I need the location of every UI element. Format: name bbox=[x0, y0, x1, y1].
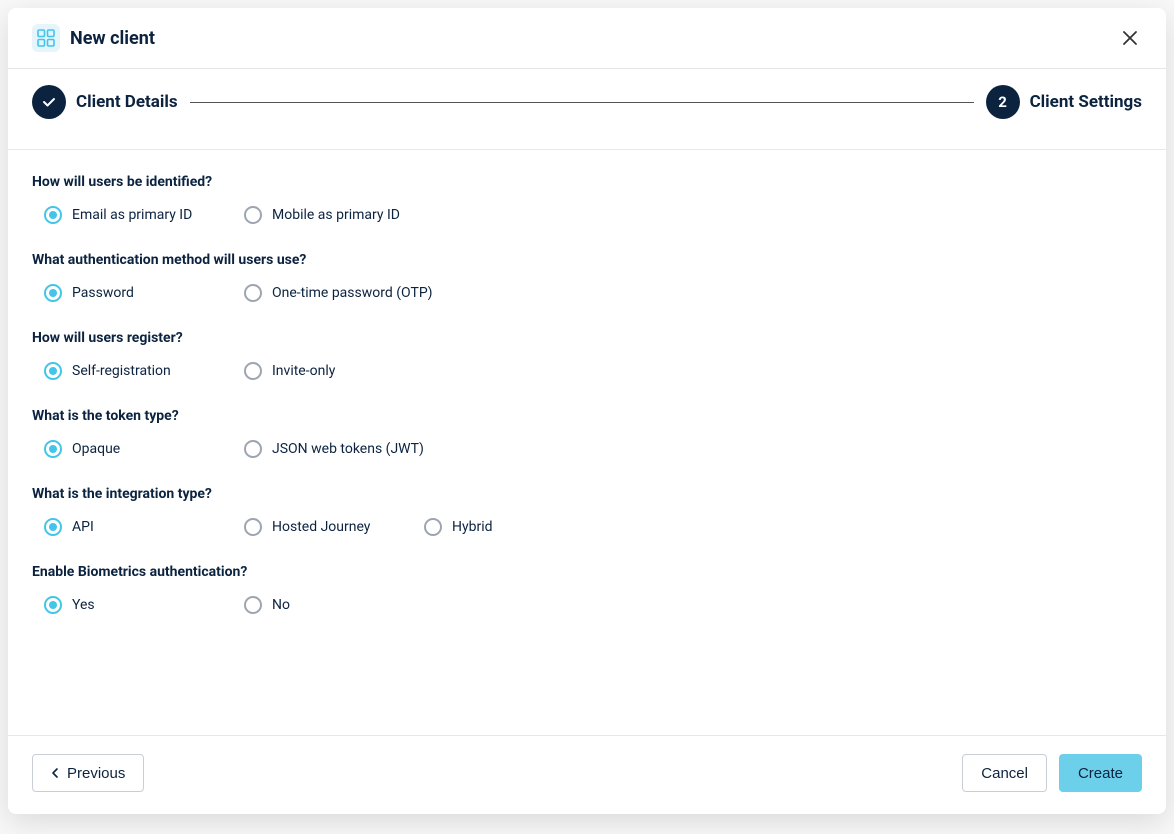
question-identify-label: How will users be identified? bbox=[32, 174, 1142, 190]
step-2-label: Client Settings bbox=[1030, 92, 1142, 112]
option-label: Password bbox=[72, 285, 134, 301]
modal-header: New client bbox=[8, 8, 1166, 69]
register-options: Self-registration Invite-only bbox=[32, 362, 1142, 380]
option-biometrics-no[interactable]: No bbox=[244, 596, 444, 614]
option-email-primary[interactable]: Email as primary ID bbox=[44, 206, 244, 224]
option-label: Mobile as primary ID bbox=[272, 207, 400, 223]
step-client-details[interactable]: Client Details bbox=[32, 85, 178, 119]
option-opaque[interactable]: Opaque bbox=[44, 440, 244, 458]
question-integration: What is the integration type? API Hosted… bbox=[32, 486, 1142, 536]
option-otp[interactable]: One-time password (OTP) bbox=[244, 284, 444, 302]
radio-icon bbox=[44, 518, 62, 536]
close-button[interactable] bbox=[1118, 26, 1142, 50]
cancel-label: Cancel bbox=[981, 765, 1028, 782]
option-password[interactable]: Password bbox=[44, 284, 244, 302]
step-1-label: Client Details bbox=[76, 92, 178, 112]
step-client-settings[interactable]: 2 Client Settings bbox=[986, 85, 1142, 119]
option-mobile-primary[interactable]: Mobile as primary ID bbox=[244, 206, 444, 224]
option-self-registration[interactable]: Self-registration bbox=[44, 362, 244, 380]
new-client-modal: New client Client Details 2 Client Setti… bbox=[8, 8, 1166, 814]
option-api[interactable]: API bbox=[44, 518, 244, 536]
radio-icon bbox=[244, 596, 262, 614]
cancel-button[interactable]: Cancel bbox=[962, 754, 1047, 792]
token-options: Opaque JSON web tokens (JWT) bbox=[32, 440, 1142, 458]
modal-footer: Previous Cancel Create bbox=[8, 735, 1166, 814]
previous-label: Previous bbox=[67, 765, 125, 782]
create-label: Create bbox=[1078, 765, 1123, 782]
radio-icon bbox=[244, 362, 262, 380]
question-biometrics: Enable Biometrics authentication? Yes No bbox=[32, 564, 1142, 614]
option-label: Yes bbox=[72, 597, 95, 613]
step-2-circle: 2 bbox=[986, 85, 1020, 119]
option-label: Self-registration bbox=[72, 363, 171, 379]
biometrics-options: Yes No bbox=[32, 596, 1142, 614]
modal-body: How will users be identified? Email as p… bbox=[8, 150, 1166, 735]
radio-icon bbox=[44, 596, 62, 614]
option-hosted-journey[interactable]: Hosted Journey bbox=[244, 518, 424, 536]
option-label: One-time password (OTP) bbox=[272, 285, 433, 301]
radio-icon bbox=[44, 206, 62, 224]
question-integration-label: What is the integration type? bbox=[32, 486, 1142, 502]
footer-right: Cancel Create bbox=[962, 754, 1142, 792]
grid-icon bbox=[32, 24, 60, 52]
auth-options: Password One-time password (OTP) bbox=[32, 284, 1142, 302]
radio-icon bbox=[424, 518, 442, 536]
radio-icon bbox=[244, 206, 262, 224]
stepper: Client Details 2 Client Settings bbox=[8, 69, 1166, 150]
question-register: How will users register? Self-registrati… bbox=[32, 330, 1142, 380]
question-biometrics-label: Enable Biometrics authentication? bbox=[32, 564, 1142, 580]
radio-icon bbox=[244, 284, 262, 302]
question-auth-label: What authentication method will users us… bbox=[32, 252, 1142, 268]
option-biometrics-yes[interactable]: Yes bbox=[44, 596, 244, 614]
option-label: Opaque bbox=[72, 441, 120, 457]
option-hybrid[interactable]: Hybrid bbox=[424, 518, 624, 536]
radio-icon bbox=[244, 518, 262, 536]
option-label: Invite-only bbox=[272, 363, 335, 379]
option-jwt[interactable]: JSON web tokens (JWT) bbox=[244, 440, 444, 458]
question-register-label: How will users register? bbox=[32, 330, 1142, 346]
step-1-circle bbox=[32, 85, 66, 119]
option-label: API bbox=[72, 519, 94, 535]
radio-icon bbox=[44, 284, 62, 302]
option-invite-only[interactable]: Invite-only bbox=[244, 362, 444, 380]
question-token: What is the token type? Opaque JSON web … bbox=[32, 408, 1142, 458]
previous-button[interactable]: Previous bbox=[32, 754, 144, 792]
create-button[interactable]: Create bbox=[1059, 754, 1142, 792]
modal-header-left: New client bbox=[32, 24, 155, 52]
integration-options: API Hosted Journey Hybrid bbox=[32, 518, 1142, 536]
question-auth: What authentication method will users us… bbox=[32, 252, 1142, 302]
chevron-left-icon bbox=[51, 767, 59, 779]
step-connector bbox=[190, 102, 974, 103]
modal-title: New client bbox=[70, 28, 155, 49]
option-label: Email as primary ID bbox=[72, 207, 192, 223]
check-icon bbox=[41, 94, 57, 110]
option-label: No bbox=[272, 597, 290, 613]
question-identify: How will users be identified? Email as p… bbox=[32, 174, 1142, 224]
radio-icon bbox=[44, 440, 62, 458]
option-label: JSON web tokens (JWT) bbox=[272, 441, 424, 457]
option-label: Hosted Journey bbox=[272, 519, 370, 535]
question-token-label: What is the token type? bbox=[32, 408, 1142, 424]
identify-options: Email as primary ID Mobile as primary ID bbox=[32, 206, 1142, 224]
radio-icon bbox=[244, 440, 262, 458]
option-label: Hybrid bbox=[452, 519, 493, 535]
radio-icon bbox=[44, 362, 62, 380]
close-icon bbox=[1122, 30, 1138, 46]
